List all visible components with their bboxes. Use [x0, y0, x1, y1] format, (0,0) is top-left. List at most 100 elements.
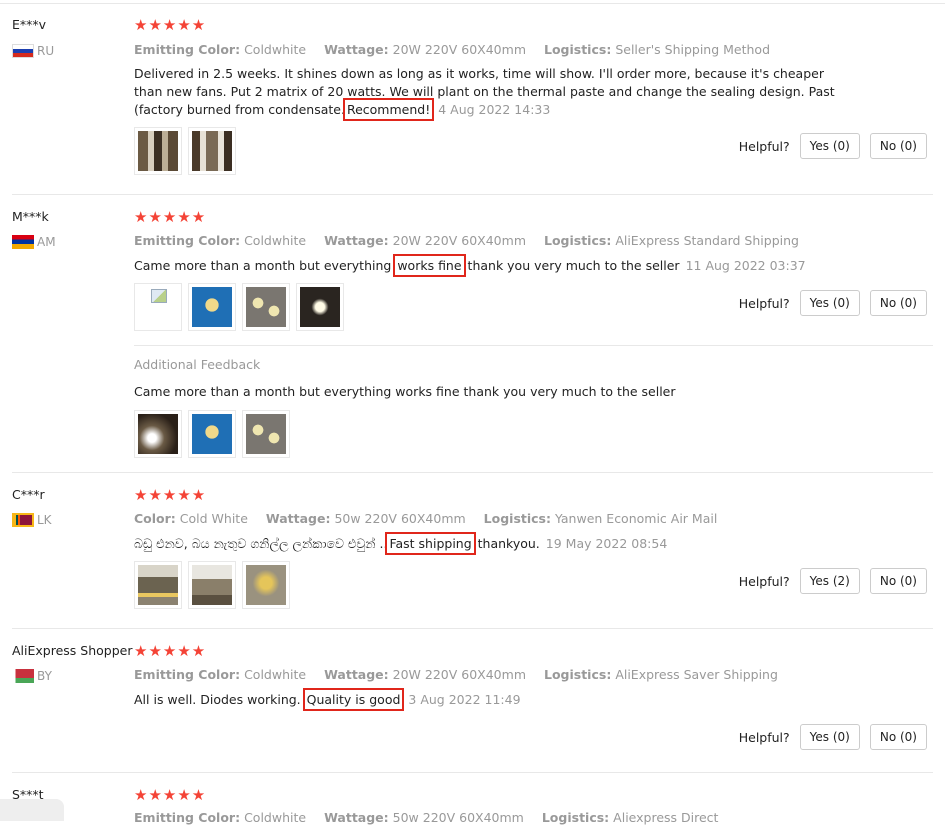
attr-value: 50w 220V 60X40mm [334, 511, 466, 526]
attr-value: Coldwhite [244, 810, 307, 825]
attr-value: Seller's Shipping Method [615, 42, 771, 57]
helpful-yes-button[interactable]: Yes (2) [799, 568, 860, 594]
attr-value: 50w 220V 60X40mm [392, 810, 524, 825]
country-code: BY [37, 669, 52, 683]
helpful-no-button[interactable]: No (0) [869, 290, 927, 316]
attr-value: AliExpress Standard Shipping [615, 233, 799, 248]
bottom-overlay [0, 799, 64, 821]
review-text: Delivered in 2.5 weeks. It shines down a… [134, 65, 844, 121]
review-photo-thumbnail[interactable] [188, 410, 236, 458]
additional-feedback-divider [134, 345, 933, 346]
reviewer-name: AliExpress Shopper [12, 643, 133, 658]
review-divider [12, 194, 933, 195]
attr-label: Wattage: [265, 511, 331, 526]
attr-value: 20W 220V 60X40mm [392, 233, 526, 248]
review-date: 11 Aug 2022 03:37 [685, 258, 806, 273]
review-date: 3 Aug 2022 11:49 [408, 692, 521, 707]
attr-label: Logistics: [541, 810, 610, 825]
additional-feedback-text: Came more than a month but everything wo… [134, 384, 676, 399]
attr-label: Emitting Color: [134, 667, 241, 682]
attr-label: Wattage: [324, 233, 389, 248]
attr-label: Emitting Color: [134, 810, 241, 825]
country-code: AM [37, 235, 56, 249]
review-text-body: thank you very much to the seller [467, 258, 680, 273]
review-date: 4 Aug 2022 14:33 [438, 102, 551, 117]
additional-feedback-title: Additional Feedback [134, 357, 261, 372]
sri-lanka-flag-icon [12, 513, 34, 527]
review-text-body: Came more than a month but everything [134, 258, 392, 273]
attr-value: Coldwhite [244, 233, 307, 248]
review-photo-thumbnail[interactable] [296, 283, 344, 331]
attr-label: Wattage: [324, 667, 389, 682]
star-rating: ★★★★★ [134, 786, 207, 804]
helpful-no-button[interactable]: No (0) [869, 568, 927, 594]
helpful-no-button[interactable]: No (0) [869, 133, 927, 159]
review-photo-thumbnail[interactable] [188, 283, 236, 331]
attr-label: Logistics: [543, 233, 612, 248]
helpful-vote: Helpful? Yes (0) No (0) [739, 724, 927, 750]
review-date: 19 May 2022 08:54 [545, 536, 668, 551]
review-photo-thumbnail[interactable] [188, 127, 236, 175]
star-rating: ★★★★★ [134, 486, 207, 504]
armenia-flag-icon [12, 235, 34, 249]
review-photos [134, 127, 236, 175]
attr-label: Wattage: [324, 810, 389, 825]
review-attributes: Emitting Color: Coldwhite Wattage: 20W 2… [134, 42, 784, 57]
review-photos [134, 283, 344, 331]
review-text-body: All is well. Diodes working. [134, 692, 301, 707]
reviewer-country: RU [12, 44, 54, 58]
attr-label: Emitting Color: [134, 233, 241, 248]
review-photo-thumbnail[interactable] [134, 127, 182, 175]
review-attributes: Color: Cold White Wattage: 50w 220V 60X4… [134, 511, 731, 526]
review-photo-thumbnail[interactable] [188, 561, 236, 609]
additional-photos [134, 410, 290, 458]
attr-value: Coldwhite [244, 42, 307, 57]
attr-label: Logistics: [483, 511, 551, 526]
attr-label: Logistics: [543, 42, 612, 57]
review-photos [134, 561, 290, 609]
attr-value: AliExpress Saver Shipping [615, 667, 778, 682]
review-divider [12, 628, 933, 629]
russia-flag-icon [12, 44, 34, 58]
attr-value: Yanwen Economic Air Mail [554, 511, 718, 526]
helpful-label: Helpful? [738, 138, 790, 154]
helpful-yes-button[interactable]: Yes (0) [799, 724, 860, 750]
review-text: All is well. Diodes working. Quality is … [134, 688, 844, 711]
star-rating: ★★★★★ [134, 642, 207, 660]
review-divider [12, 472, 933, 473]
reviewer-country: LK [12, 513, 52, 527]
star-rating: ★★★★★ [134, 16, 207, 34]
review-photo-thumbnail[interactable] [242, 410, 290, 458]
review-text: බඩු එනව, බය නැතුව ගනිල්ල ලන්කාවෙ එවුන් .… [134, 532, 844, 555]
review-photo-thumbnail[interactable] [242, 283, 290, 331]
attr-label: Color: [134, 511, 176, 526]
helpful-vote: Helpful? Yes (0) No (0) [739, 290, 927, 316]
helpful-label: Helpful? [738, 573, 790, 589]
helpful-vote: Helpful? Yes (0) No (0) [739, 133, 927, 159]
broken-image-icon[interactable] [134, 283, 182, 331]
review-attributes: Emitting Color: Coldwhite Wattage: 20W 2… [134, 667, 792, 682]
helpful-yes-button[interactable]: Yes (0) [799, 290, 860, 316]
attr-value: Cold White [179, 511, 248, 526]
helpful-yes-button[interactable]: Yes (0) [799, 133, 860, 159]
star-rating: ★★★★★ [134, 208, 207, 226]
review-text-body: thankyou. [477, 536, 540, 551]
review-photo-thumbnail[interactable] [134, 410, 182, 458]
reviewer-name: C***r [12, 487, 45, 502]
highlighted-phrase: Quality is good [302, 688, 405, 711]
attr-label: Wattage: [324, 42, 389, 57]
helpful-no-button[interactable]: No (0) [869, 724, 927, 750]
attr-label: Emitting Color: [134, 42, 241, 57]
reviewer-country: BY [12, 669, 52, 683]
attr-value: Aliexpress Direct [613, 810, 719, 825]
review-photo-thumbnail[interactable] [134, 561, 182, 609]
review-text-body: බඩු එනව, බය නැතුව ගනිල්ල ලන්කාවෙ එවුන් .… [134, 536, 388, 551]
helpful-label: Helpful? [738, 729, 790, 745]
attr-label: Logistics: [543, 667, 612, 682]
highlighted-phrase: Fast shipping [385, 532, 476, 555]
reviewer-name: M***k [12, 209, 49, 224]
review-attributes: Emitting Color: Coldwhite Wattage: 50w 2… [134, 810, 732, 825]
helpful-vote: Helpful? Yes (2) No (0) [739, 568, 927, 594]
review-photo-thumbnail[interactable] [242, 561, 290, 609]
attr-value: Coldwhite [244, 667, 307, 682]
